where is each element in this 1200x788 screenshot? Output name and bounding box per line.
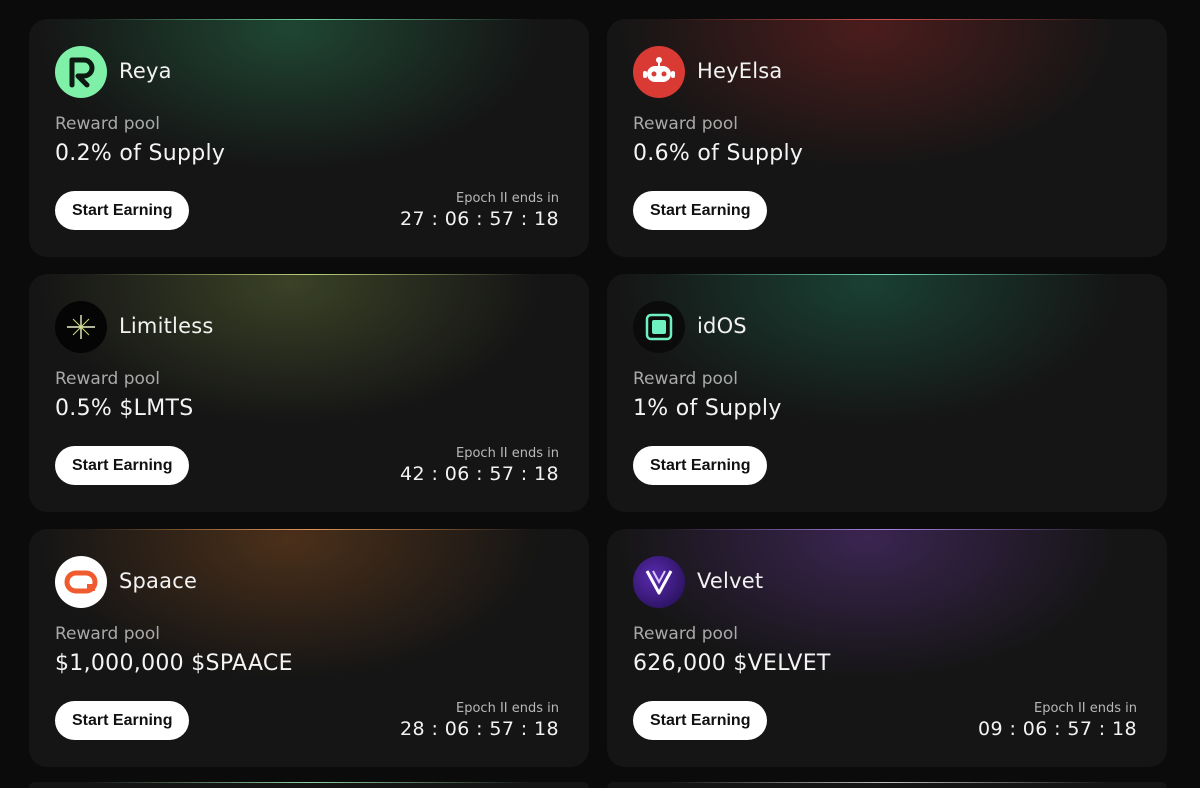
card-top-highlight	[667, 274, 1107, 275]
card-top-highlight	[89, 274, 529, 275]
idos-logo-icon	[633, 301, 685, 353]
epoch-ends-label: Epoch II ends in	[456, 701, 559, 716]
epoch-countdown: 09 : 06 : 57 : 18	[978, 718, 1137, 740]
epoch-countdown: 28 : 06 : 57 : 18	[400, 718, 559, 740]
campaign-card-reya: Reya Reward pool 0.2% of Supply Start Ea…	[29, 19, 589, 257]
reward-pool-value: 626,000 $VELVET	[633, 651, 831, 676]
card-top-highlight	[667, 782, 1107, 783]
reward-pool-label: Reward pool	[633, 624, 739, 644]
project-name: Velvet	[697, 569, 764, 593]
project-name: Reya	[119, 59, 172, 83]
campaign-grid: Reya Reward pool 0.2% of Supply Start Ea…	[0, 0, 1200, 788]
start-earning-button[interactable]: Start Earning	[55, 701, 190, 740]
velvet-logo-icon	[633, 556, 685, 608]
start-earning-button[interactable]: Start Earning	[55, 446, 190, 485]
reward-pool-label: Reward pool	[55, 624, 161, 644]
campaign-card-limitless: Limitless Reward pool 0.5% $LMTS Start E…	[29, 274, 589, 512]
project-name: Spaace	[119, 569, 198, 593]
project-name: HeyElsa	[697, 59, 783, 83]
campaign-card-velvet: Velvet Reward pool 626,000 $VELVET Start…	[607, 529, 1167, 767]
campaign-card-spaace: Spaace Reward pool $1,000,000 $SPAACE St…	[29, 529, 589, 767]
epoch-ends-label: Epoch II ends in	[1034, 701, 1137, 716]
project-name: Limitless	[119, 314, 214, 338]
reward-pool-label: Reward pool	[55, 369, 161, 389]
start-earning-button[interactable]: Start Earning	[633, 191, 768, 230]
reward-pool-value: 0.2% of Supply	[55, 141, 226, 166]
reward-pool-label: Reward pool	[633, 114, 739, 134]
campaign-card-idos: idOS Reward pool 1% of Supply Start Earn…	[607, 274, 1167, 512]
start-earning-button[interactable]: Start Earning	[633, 446, 768, 485]
start-earning-button[interactable]: Start Earning	[633, 701, 768, 740]
reward-pool-value: 1% of Supply	[633, 396, 782, 421]
card-top-highlight	[89, 19, 529, 20]
card-top-highlight	[667, 19, 1107, 20]
reward-pool-label: Reward pool	[633, 369, 739, 389]
heyelsa-logo-icon	[633, 46, 685, 98]
reward-pool-value: 0.5% $LMTS	[55, 396, 194, 421]
epoch-ends-label: Epoch II ends in	[456, 446, 559, 461]
reward-pool-label: Reward pool	[55, 114, 161, 134]
card-top-highlight	[667, 529, 1107, 530]
card-top-highlight	[89, 782, 529, 783]
epoch-countdown: 27 : 06 : 57 : 18	[400, 208, 559, 230]
start-earning-button[interactable]: Start Earning	[55, 191, 190, 230]
reward-pool-value: 0.6% of Supply	[633, 141, 804, 166]
epoch-countdown: 42 : 06 : 57 : 18	[400, 463, 559, 485]
project-name: idOS	[697, 314, 747, 338]
reward-pool-value: $1,000,000 $SPAACE	[55, 651, 293, 676]
epoch-ends-label: Epoch II ends in	[456, 191, 559, 206]
reya-logo-icon	[55, 46, 107, 98]
next-card-edge	[607, 782, 1167, 788]
spaace-logo-icon	[55, 556, 107, 608]
next-card-edge	[29, 782, 589, 788]
campaign-card-heyelsa: HeyElsa Reward pool 0.6% of Supply Start…	[607, 19, 1167, 257]
limitless-logo-icon	[55, 301, 107, 353]
card-top-highlight	[89, 529, 529, 530]
